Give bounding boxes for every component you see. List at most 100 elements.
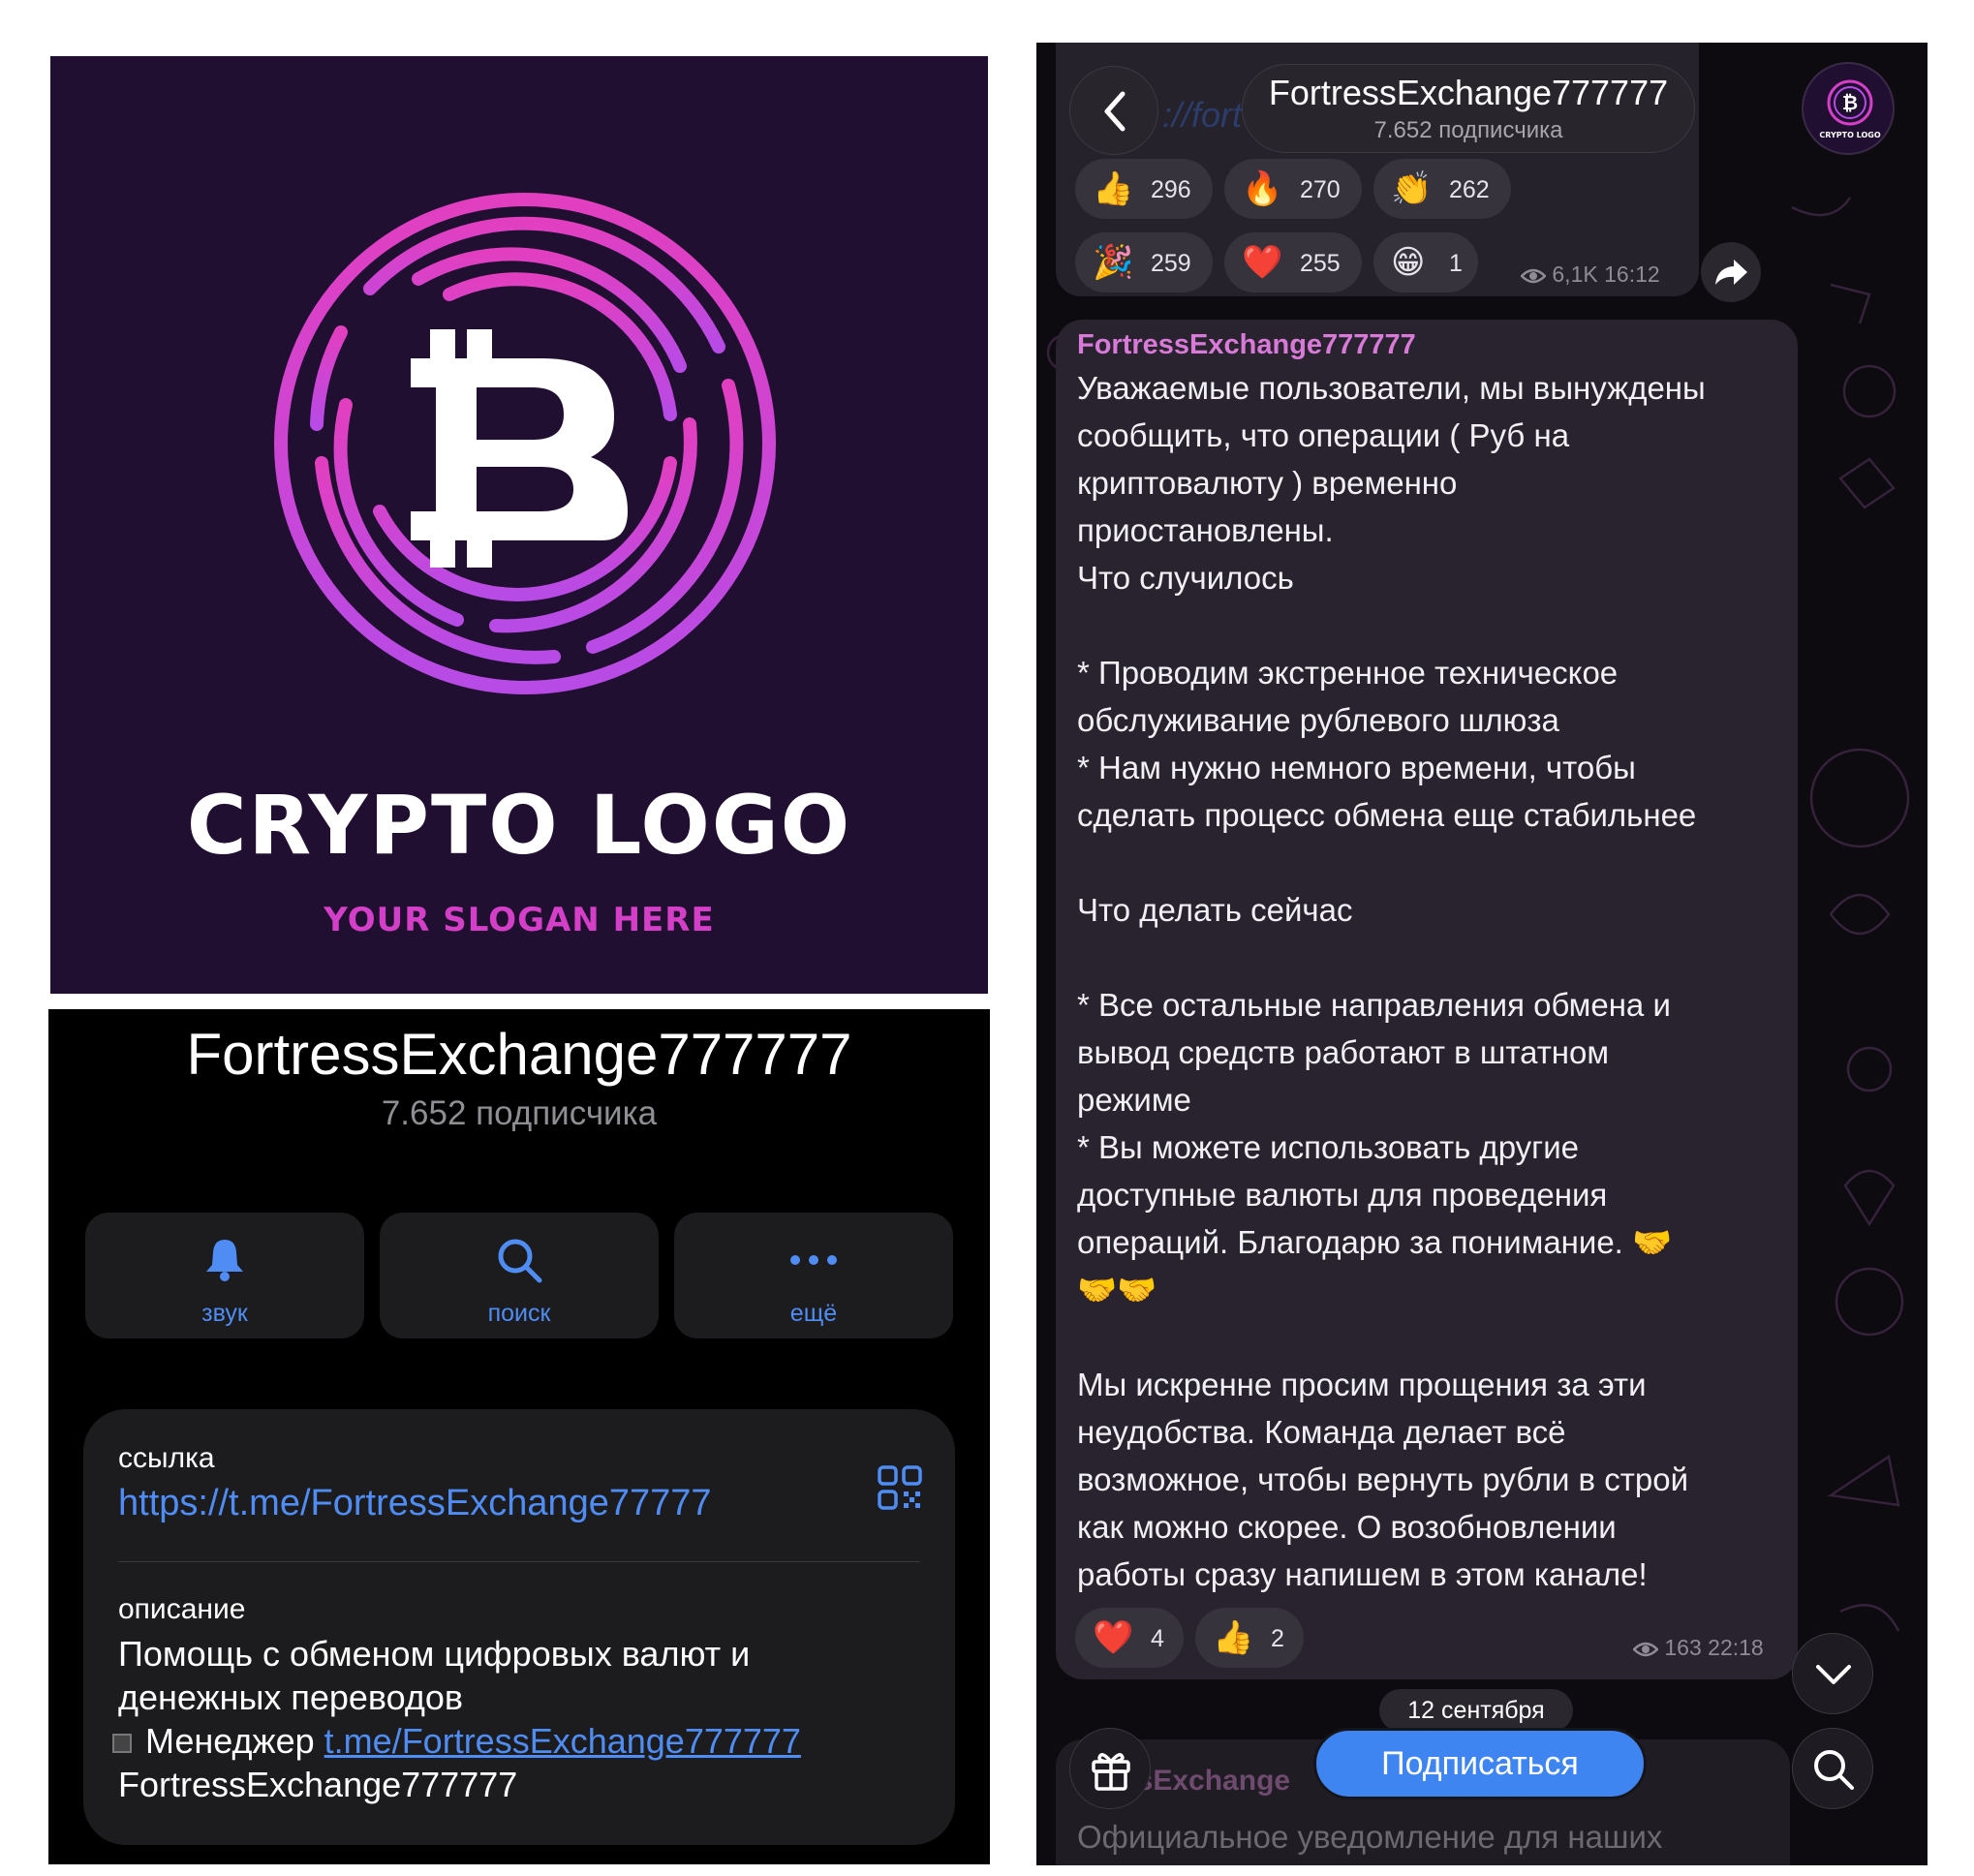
- back-button[interactable]: [1069, 66, 1158, 155]
- header-ghost-url: ://fort: [1162, 95, 1243, 135]
- reaction-chip[interactable]: ❤️ 4: [1075, 1608, 1184, 1668]
- qr-code-icon[interactable]: [878, 1465, 922, 1510]
- more-button-label: ещё: [789, 1300, 838, 1327]
- message-views: 163: [1664, 1635, 1702, 1660]
- chat-subtitle: 7.652 подписчика: [1373, 117, 1563, 143]
- link-label: ссылка: [118, 1442, 215, 1474]
- sound-button-label: звук: [201, 1300, 248, 1327]
- message-line: возможное, чтобы вернуть рубли в строй: [1077, 1461, 1689, 1497]
- date-separator: 12 сентября: [1379, 1689, 1573, 1732]
- clapping-icon: 👏: [1391, 170, 1433, 207]
- gift-button[interactable]: [1069, 1728, 1151, 1809]
- chat-screen: ://fort FortressExchange777777 7.652 под…: [1036, 43, 1928, 1865]
- party-popper-icon: 🎉: [1093, 244, 1134, 281]
- message-line: * Все остальные направления обмена и: [1077, 987, 1671, 1023]
- description-label: описание: [118, 1593, 246, 1625]
- message-line: обслуживание рублевого шлюза: [1077, 702, 1559, 738]
- message-line: Мы искренне просим прощения за эти: [1077, 1367, 1647, 1402]
- reaction-chip[interactable]: 👍 2: [1195, 1608, 1304, 1668]
- reaction-chip[interactable]: 🔥 270: [1224, 159, 1362, 219]
- channel-link[interactable]: https://t.me/FortressExchange77777: [118, 1483, 712, 1524]
- logo-title: CRYPTO LOGO: [186, 778, 852, 873]
- heart-icon: ❤️: [1242, 244, 1283, 281]
- message-line: 🤝🤝: [1077, 1272, 1157, 1307]
- manager-line: Менеджер t.me/FortressExchange777777: [99, 1721, 801, 1762]
- reaction-count: 2: [1271, 1625, 1284, 1652]
- message-line: Что случилось: [1077, 560, 1294, 596]
- description-line: денежных переводов: [118, 1677, 464, 1717]
- reaction-chip[interactable]: 👍 296: [1075, 159, 1213, 219]
- manager-link[interactable]: t.me/FortressExchange777777: [324, 1721, 801, 1761]
- message-line: Уважаемые пользователи, мы вынуждены: [1077, 370, 1706, 406]
- reaction-count: 259: [1151, 250, 1191, 277]
- reaction-chip[interactable]: ❤️ 255: [1224, 232, 1362, 292]
- subscriber-count: 7.652 подписчика: [381, 1094, 658, 1132]
- grinning-face-icon: 😁: [1391, 244, 1426, 281]
- fire-icon: 🔥: [1242, 170, 1283, 207]
- share-button[interactable]: [1701, 242, 1761, 302]
- search-icon: [498, 1239, 542, 1283]
- message-author: FortressExchange777777: [1077, 329, 1416, 360]
- subscribe-button[interactable]: Подписаться: [1313, 1728, 1647, 1799]
- message-line: * Вы можете использовать другие: [1077, 1129, 1579, 1165]
- reaction-count: 270: [1300, 176, 1341, 203]
- avatar-title: CRYPTO LOGO: [1819, 131, 1880, 139]
- channel-avatar[interactable]: ₿ CRYPTO LOGO: [1802, 62, 1895, 155]
- thumbs-up-icon: 👍: [1093, 170, 1134, 207]
- scroll-down-button[interactable]: [1792, 1633, 1873, 1714]
- gift-icon: [1092, 1753, 1130, 1791]
- svg-text:₿: ₿: [1842, 91, 1858, 114]
- info-divider: [118, 1561, 920, 1562]
- heart-icon: ❤️: [1093, 1619, 1134, 1656]
- message-line: неудобства. Команда делает всё: [1077, 1414, 1566, 1450]
- search-button-label: поиск: [487, 1300, 551, 1327]
- reaction-chip[interactable]: 🎉 259: [1075, 232, 1213, 292]
- chat-title: FortressExchange777777: [1268, 73, 1669, 112]
- message-meta: 163 22:18: [1632, 1635, 1764, 1661]
- message-bubble[interactable]: FortressExchange777777 Уважаемые пользов…: [1056, 320, 1798, 1679]
- prev-message-meta: 6,1K 16:12: [1520, 261, 1660, 288]
- message-line: сделать процесс обмена еще стабильнее: [1077, 797, 1697, 833]
- prev-message-views: 6,1K: [1552, 261, 1598, 287]
- chevron-left-icon: [1104, 91, 1126, 132]
- thumbs-up-icon: 👍: [1213, 1619, 1254, 1656]
- channel-name: FortressExchange777777: [186, 1022, 852, 1087]
- message-line: сообщить, что операции ( Руб на: [1077, 417, 1570, 453]
- more-icon: [790, 1255, 837, 1265]
- message-line: приостановлены.: [1077, 512, 1334, 548]
- sound-button[interactable]: звук: [85, 1213, 364, 1338]
- eye-icon: [1632, 1642, 1659, 1657]
- message-line: Что делать сейчас: [1077, 892, 1353, 928]
- message-line: криптовалюту ) временно: [1077, 465, 1458, 501]
- message-line: * Нам нужно немного времени, чтобы: [1077, 750, 1636, 785]
- reaction-count: 296: [1151, 176, 1191, 203]
- reaction-count: 4: [1151, 1625, 1164, 1652]
- chat-search-button[interactable]: [1792, 1728, 1873, 1809]
- message-time: 22:18: [1708, 1635, 1764, 1660]
- search-button[interactable]: поиск: [380, 1213, 659, 1338]
- bitcoin-avatar-icon: ₿ CRYPTO LOGO: [1819, 79, 1881, 139]
- message-line: режиме: [1077, 1082, 1191, 1118]
- next-message-text: Официальное уведомление для наших: [1077, 1819, 1663, 1855]
- manager-bullet-icon: [112, 1734, 132, 1754]
- reaction-chip[interactable]: 😁 1: [1373, 232, 1478, 292]
- reaction-chip[interactable]: 👏 262: [1373, 159, 1511, 219]
- channel-info-card: ссылка https://t.me/FortressExchange7777…: [83, 1409, 955, 1845]
- message-line: доступные валюты для проведения: [1077, 1177, 1608, 1213]
- reaction-count: 1: [1449, 250, 1463, 277]
- message-line: * Проводим экстренное техническое: [1077, 655, 1619, 691]
- manager-prefix: Менеджер: [145, 1721, 315, 1761]
- message-line: операций. Благодарю за понимание. 🤝: [1077, 1224, 1673, 1260]
- message-line: вывод средств работают в штатном: [1077, 1034, 1610, 1070]
- prev-message-time: 16:12: [1604, 261, 1660, 287]
- description-line: Помощь с обменом цифровых валют и: [118, 1634, 751, 1674]
- channel-profile: FortressExchange777777 7.652 подписчика …: [48, 1009, 990, 1864]
- message-line: как можно скорее. О возобновлении: [1077, 1509, 1617, 1545]
- eye-icon: [1520, 268, 1547, 284]
- more-button[interactable]: ещё: [674, 1213, 953, 1338]
- chat-title-pill[interactable]: FortressExchange777777 7.652 подписчика: [1242, 64, 1695, 153]
- logo-slogan: YOUR SLOGAN HERE: [324, 901, 715, 939]
- reaction-count: 255: [1300, 250, 1341, 277]
- search-icon: [1814, 1750, 1854, 1790]
- message-line: работы сразу напишем в этом канале!: [1077, 1556, 1648, 1592]
